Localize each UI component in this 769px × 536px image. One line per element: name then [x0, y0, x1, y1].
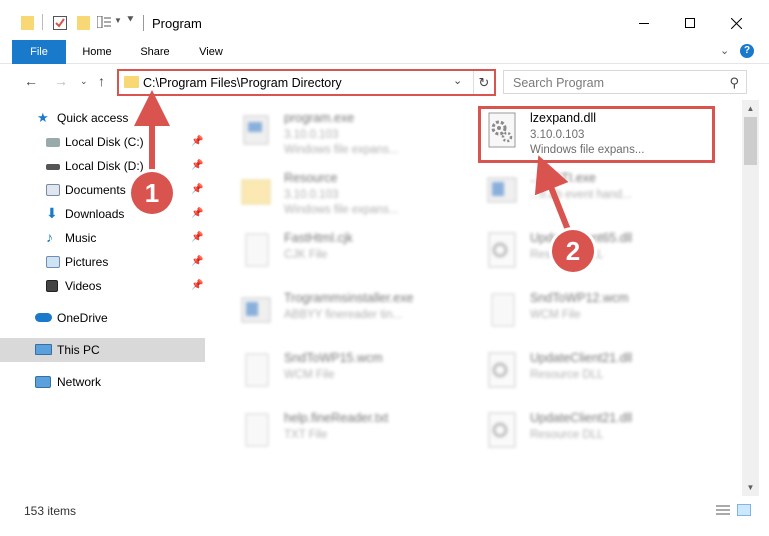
callout-1: 1 [131, 172, 173, 214]
callout-2: 2 [552, 230, 594, 272]
annotation-arrows [134, 90, 575, 242]
